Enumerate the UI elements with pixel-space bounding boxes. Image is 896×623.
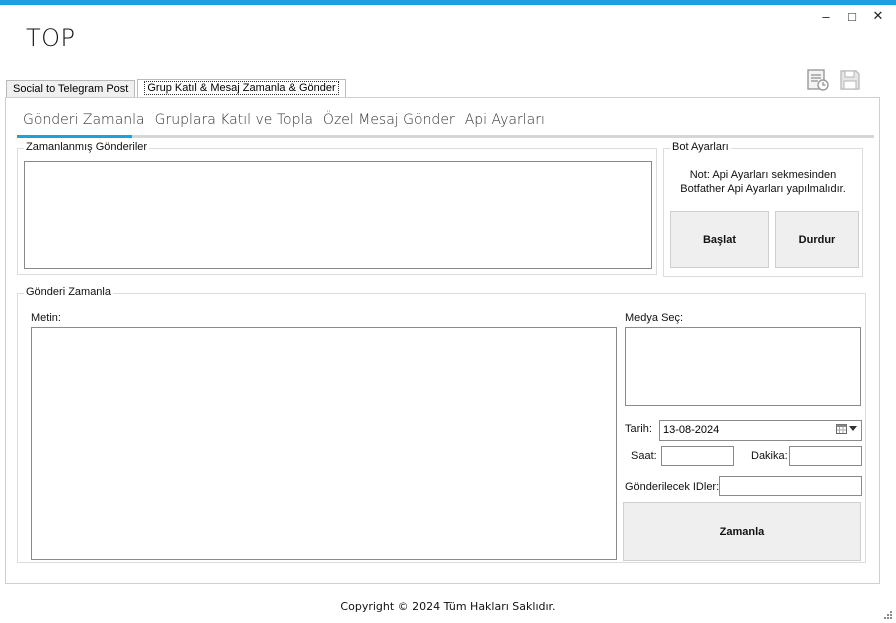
tab-group-join-schedule-label: Grup Katıl & Mesaj Zamanla & Gönder xyxy=(144,81,339,95)
scheduled-posts-group: Zamanlanmış Gönderiler xyxy=(17,141,657,275)
window-controls: – □ ✕ xyxy=(818,8,886,24)
calendar-icon xyxy=(836,424,847,434)
schedule-button[interactable]: Zamanla xyxy=(623,502,861,561)
ids-input[interactable] xyxy=(719,476,862,496)
hour-label: Saat: xyxy=(631,450,657,462)
tab-schedule-post[interactable]: Gönderi Zamanla xyxy=(18,108,150,134)
outer-tab-strip: Social to Telegram Post Grup Katıl & Mes… xyxy=(6,79,346,98)
report-icon[interactable] xyxy=(806,68,830,92)
scheduled-posts-list[interactable] xyxy=(24,161,652,269)
date-value: 13-08-2024 xyxy=(663,424,720,436)
active-tab-indicator xyxy=(17,135,132,138)
bot-settings-note-1: Not: Api Ayarları sekmesinden xyxy=(689,169,837,181)
ids-label: Gönderilecek IDler: xyxy=(625,481,720,493)
tab-private-message[interactable]: Özel Mesaj Gönder xyxy=(318,108,460,134)
calendar-dropdown[interactable] xyxy=(836,423,857,434)
maximize-button[interactable]: □ xyxy=(844,8,860,24)
tab-social-to-telegram[interactable]: Social to Telegram Post xyxy=(6,80,136,98)
minimize-button[interactable]: – xyxy=(818,8,834,24)
resize-grip-icon[interactable] xyxy=(882,609,892,619)
inner-tab-strip: Gönderi Zamanla Gruplara Katıl ve Topla … xyxy=(18,108,550,134)
inner-tab-underline xyxy=(17,135,874,138)
hour-input[interactable] xyxy=(661,446,734,466)
start-bot-button[interactable]: Başlat xyxy=(670,211,769,268)
text-label: Metin: xyxy=(31,312,61,324)
bot-settings-note-2: Botfather Api Ayarları yapılmalıdır. xyxy=(680,183,846,195)
tab-api-settings[interactable]: Api Ayarları xyxy=(460,108,550,134)
date-picker[interactable]: 13-08-2024 xyxy=(659,420,862,441)
date-label: Tarih: xyxy=(625,423,652,435)
save-icon[interactable] xyxy=(838,68,862,92)
window-accent-bar xyxy=(0,0,896,5)
chevron-down-icon xyxy=(849,426,857,431)
footer-copyright: Copyright © 2024 Tüm Hakları Saklıdır. xyxy=(340,600,556,613)
main-panel: Gönderi Zamanla Gruplara Katıl ve Topla … xyxy=(5,97,880,584)
minute-label: Dakika: xyxy=(751,450,788,462)
tab-join-groups[interactable]: Gruplara Katıl ve Topla xyxy=(150,108,318,134)
bot-settings-group: Bot Ayarları Not: Api Ayarları sekmesind… xyxy=(663,141,863,277)
toolbar xyxy=(806,68,862,92)
bot-settings-title: Bot Ayarları xyxy=(670,141,731,153)
close-button[interactable]: ✕ xyxy=(870,8,886,24)
tab-group-join-schedule[interactable]: Grup Katıl & Mesaj Zamanla & Gönder xyxy=(137,79,346,98)
scheduled-posts-title: Zamanlanmış Gönderiler xyxy=(24,141,150,153)
stop-bot-button[interactable]: Durdur xyxy=(775,211,859,268)
schedule-post-group: Gönderi Zamanla Metin: Medya Seç: Tarih:… xyxy=(17,286,866,563)
media-select-box[interactable] xyxy=(625,327,861,406)
app-title: TOP xyxy=(26,24,76,52)
minute-input[interactable] xyxy=(789,446,862,466)
media-label: Medya Seç: xyxy=(625,312,684,324)
schedule-post-title: Gönderi Zamanla xyxy=(24,286,113,298)
message-text-input[interactable] xyxy=(31,327,617,560)
